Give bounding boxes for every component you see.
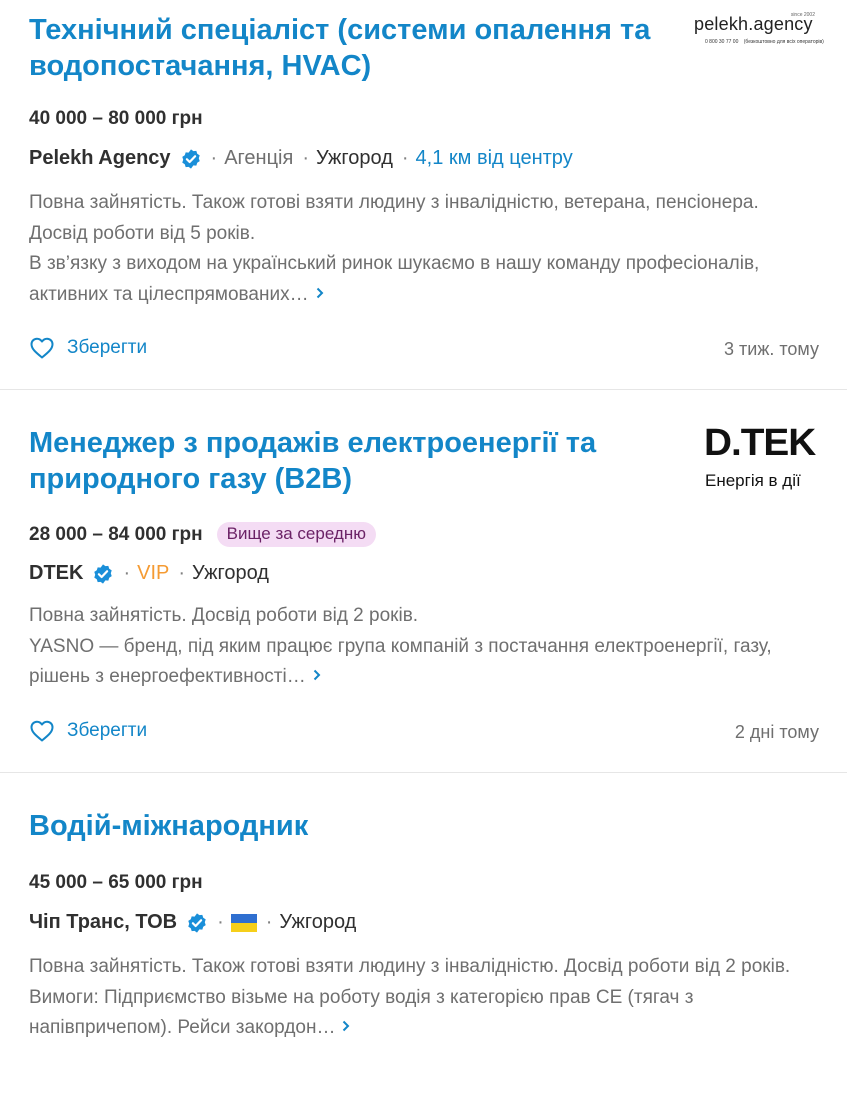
logo-brand-text: pelekh.agency <box>694 14 813 34</box>
job-card: Водій-міжнародник 45 000 – 65 000 грн Чі… <box>0 773 847 1093</box>
salary: 40 000 – 80 000 грн <box>29 108 203 129</box>
job-snippet: YASNO — бренд, під яким працює група ком… <box>29 632 829 693</box>
company-name[interactable]: Чіп Транс, ТОВ <box>29 911 177 934</box>
separator-dot: · <box>217 911 224 933</box>
job-description: Повна зайнятість. Досвід роботи від 2 ро… <box>29 601 829 693</box>
job-conditions: Повна зайнятість. Також готові взяти люд… <box>29 192 759 244</box>
heart-icon <box>30 720 54 742</box>
salary-row: 45 000 – 65 000 грн <box>29 872 203 894</box>
job-conditions: Повна зайнятість. Досвід роботи від 2 ро… <box>29 605 419 626</box>
ukraine-flag-icon <box>230 913 257 932</box>
job-description: Повна зайнятість. Також готові взяти люд… <box>29 952 819 1044</box>
company-type: Агенція <box>224 147 294 169</box>
job-description: Повна зайнятість. Також готові взяти люд… <box>29 188 789 310</box>
save-button[interactable]: Зберегти <box>29 719 147 743</box>
job-title-link[interactable]: Водій-міжнародник <box>29 808 669 844</box>
company-row: DTEK · VIP · Ужгород <box>29 562 269 585</box>
job-title-link[interactable]: Технічний спеціаліст (системи опалення т… <box>29 12 669 84</box>
separator-dot: · <box>265 911 273 933</box>
job-title-link[interactable]: Менеджер з продажів електроенергії та пр… <box>29 425 649 497</box>
company-row: Чіп Транс, ТОВ · · Ужгород <box>29 911 356 934</box>
distance-link[interactable]: 4,1 км від центру <box>416 147 573 170</box>
salary-row: 28 000 – 84 000 грн Вище за середню <box>29 522 376 547</box>
heart-icon <box>30 337 54 359</box>
expand-chevron-icon[interactable] <box>312 662 322 693</box>
verified-icon <box>181 148 200 169</box>
company-logo[interactable]: since 2002 pelekh.agency 0 800 30 77 00 … <box>693 10 824 50</box>
posted-time: 3 тиж. тому <box>724 339 819 359</box>
separator-dot: · <box>302 147 309 169</box>
company-logo[interactable]: D.TEK Енергія в дії <box>704 422 816 496</box>
logo-phone-text: 0 800 30 77 00 <box>705 39 739 45</box>
company-row: Pelekh Agency · Агенція · Ужгород · 4,1 … <box>29 147 573 170</box>
separator-dot: · <box>210 147 218 169</box>
job-city: Ужгород <box>279 911 357 933</box>
company-name[interactable]: DTEK <box>29 562 83 585</box>
expand-chevron-icon[interactable] <box>315 280 325 311</box>
salary: 28 000 – 84 000 грн <box>29 523 203 545</box>
separator-dot: · <box>401 147 409 169</box>
logo-brand-text: D.TEK <box>704 422 816 464</box>
save-label: Зберегти <box>67 337 148 358</box>
posted-time: 2 дні тому <box>734 722 819 742</box>
vip-badge: VIP <box>137 562 170 584</box>
save-label: Зберегти <box>67 720 148 741</box>
job-city: Ужгород <box>192 562 269 584</box>
save-button[interactable]: Зберегти <box>29 336 147 360</box>
salary-row: 40 000 – 80 000 грн <box>29 108 203 130</box>
company-name[interactable]: Pelekh Agency <box>29 147 171 170</box>
salary-badge: Вище за середню <box>216 522 376 547</box>
separator-dot: · <box>123 562 131 584</box>
job-conditions: Повна зайнятість. Також готові взяти люд… <box>29 956 791 977</box>
verified-icon <box>188 912 206 933</box>
job-snippet: В зв’язку з виходом на український ринок… <box>29 249 789 310</box>
job-card: Менеджер з продажів електроенергії та пр… <box>0 390 847 773</box>
verified-icon <box>94 563 113 584</box>
job-city: Ужгород <box>315 147 393 169</box>
logo-phone-note: (безкоштовно для всіх операторів) <box>743 39 824 45</box>
job-snippet: Вимоги: Підприємство візьме на роботу во… <box>29 983 774 1044</box>
expand-chevron-icon[interactable] <box>341 1013 351 1044</box>
separator-dot: · <box>178 562 186 584</box>
job-card: Технічний спеціаліст (системи опалення т… <box>0 0 847 390</box>
salary: 45 000 – 65 000 грн <box>29 872 203 893</box>
logo-tagline: Енергія в дії <box>705 471 801 490</box>
